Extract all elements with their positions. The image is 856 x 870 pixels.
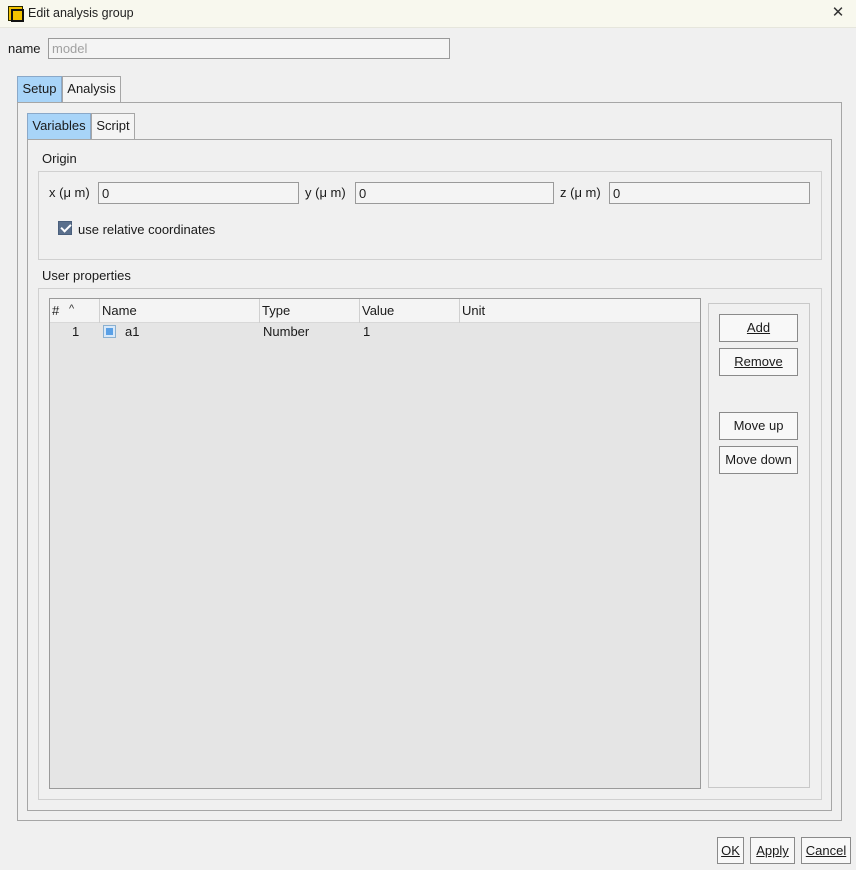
column-header-value[interactable]: Value [360,299,460,323]
tab-script[interactable]: Script [91,113,135,139]
y-input[interactable] [355,182,554,204]
cancel-button[interactable]: Cancel [801,837,851,864]
apply-button[interactable]: Apply [750,837,795,864]
sort-ascending-icon: ^ [69,303,75,315]
properties-table[interactable]: # ^ Name Type Value Unit 1 a1 Number 1 [49,298,701,789]
variable-icon [103,325,116,338]
ok-button[interactable]: OK [717,837,744,864]
y-label: y (μ m) [305,185,346,200]
window-title: Edit analysis group [28,6,134,20]
relative-coords-label: use relative coordinates [78,222,216,237]
user-properties-label: User properties [42,268,131,283]
close-icon[interactable]: ✕ [828,3,848,23]
z-label: z (μ m) [560,185,601,200]
app-icon [8,6,24,22]
tab-variables[interactable]: Variables [27,113,91,139]
column-header-type[interactable]: Type [260,299,360,323]
row-type[interactable]: Number [263,323,309,343]
row-value[interactable]: 1 [363,323,370,343]
title-bar: Edit analysis group ✕ [0,0,856,28]
row-name[interactable]: a1 [125,323,139,343]
move-up-button[interactable]: Move up [719,412,798,440]
relative-coords-checkbox[interactable] [58,221,72,235]
column-header-name[interactable]: Name [100,299,260,323]
name-input[interactable] [48,38,450,59]
row-number: 1 [72,324,80,339]
x-label: x (μ m) [49,185,90,200]
move-down-button[interactable]: Move down [719,446,798,474]
z-input[interactable] [609,182,810,204]
origin-label: Origin [42,151,77,166]
table-header: # ^ Name Type Value Unit [50,299,700,323]
column-header-unit[interactable]: Unit [460,299,700,323]
add-button[interactable]: Add [719,314,798,342]
x-input[interactable] [98,182,299,204]
table-row[interactable]: 1 a1 Number 1 [50,323,700,343]
name-label: name [8,41,41,56]
tab-setup[interactable]: Setup [17,76,62,102]
column-header-number[interactable]: # ^ [50,299,100,323]
remove-button[interactable]: Remove [719,348,798,376]
tab-analysis[interactable]: Analysis [62,76,121,102]
